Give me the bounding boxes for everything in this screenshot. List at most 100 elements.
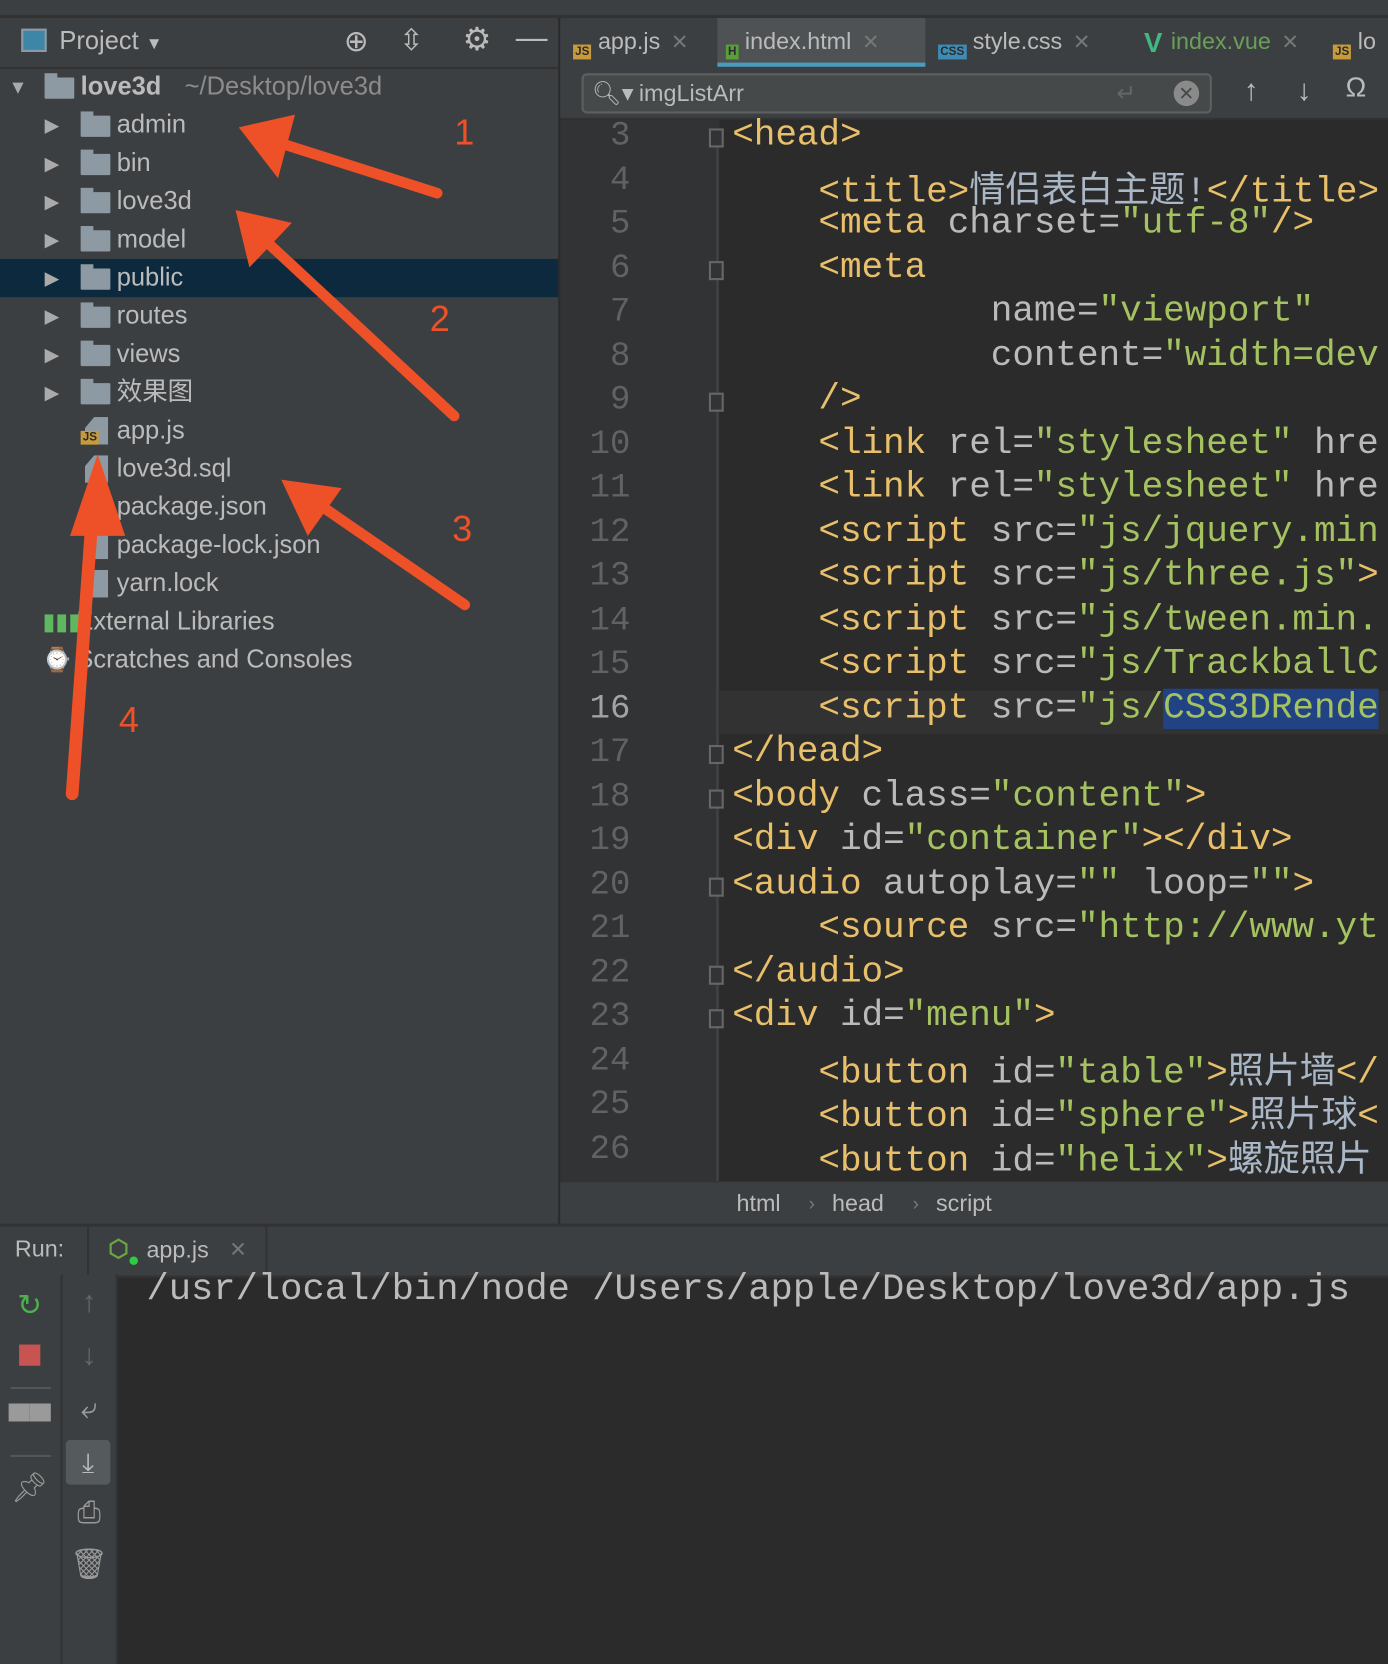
layout-icon[interactable]: ▀▀ — [3, 1404, 56, 1438]
fold-marker-icon[interactable] — [708, 965, 724, 985]
code-line: <script src="js/TrackballC — [732, 644, 1378, 684]
tree-item-label: routes — [116, 301, 188, 331]
tab-label: index.vue — [1170, 27, 1271, 55]
tree-item-8[interactable]: JS app.js — [0, 412, 558, 450]
project-view-dropdown[interactable]: Project ▼ — [59, 27, 162, 57]
line-number-gutter: 3 4 5 6 7 8 9 10 11 12 13 14 15 16 17 18 19 20 21 22 23 24 25 2… — [560, 116, 720, 1182]
code-token: src= — [990, 600, 1077, 641]
tab-index-html[interactable]: Hindex.html ✕ — [717, 18, 926, 67]
tree-item-10[interactable]: package.json — [0, 488, 558, 526]
fold-marker-icon[interactable] — [708, 1009, 724, 1029]
code-token: "viewport" — [1098, 291, 1315, 333]
code-token: "js/TrackballC — [1076, 644, 1379, 685]
code-line: content="width=dev — [732, 336, 1379, 376]
soft-wrap-icon[interactable]: ⤶ — [63, 1391, 116, 1426]
close-icon[interactable]: ✕ — [229, 1236, 247, 1263]
breadcrumb-item[interactable]: head — [832, 1182, 884, 1224]
breadcrumb-item[interactable]: html — [736, 1182, 780, 1224]
code-token: "content" — [990, 776, 1185, 817]
tree-item-6[interactable]: ▶ views — [0, 335, 558, 373]
tab-index-vue[interactable]: Vindex.vue ✕ — [1133, 18, 1320, 67]
breadcrumb-item[interactable]: script — [936, 1182, 992, 1224]
tab-lo[interactable]: JS lo — [1324, 18, 1388, 67]
tree-root-love3d[interactable]: ▼ love3d ~/Desktop/love3d — [0, 68, 558, 106]
rerun-icon[interactable]: ↻ — [3, 1287, 56, 1322]
fold-marker-icon[interactable] — [708, 789, 724, 809]
code-line: <script src="js/CSS3DRende — [732, 688, 1379, 729]
project-panel-header: Project ▼ ⊕ ⇳ ⚙ — — [0, 18, 559, 69]
console-output[interactable]: /usr/local/bin/node /Users/apple/Desktop… — [146, 1268, 1350, 1310]
close-icon[interactable]: ✕ — [1281, 31, 1299, 54]
close-icon[interactable]: ✕ — [862, 31, 880, 54]
line-number: 26 — [589, 1128, 631, 1168]
code-token: rel= — [947, 423, 1034, 465]
previous-occurrence-icon[interactable]: ↑ — [1244, 73, 1259, 107]
tree-item-4[interactable]: ▶ public — [0, 258, 559, 298]
tree-item-3[interactable]: ▶ model — [0, 221, 558, 259]
close-icon[interactable]: ✕ — [671, 31, 689, 54]
code-token: "js/three.js" — [1076, 556, 1358, 597]
locate-icon[interactable]: ⊕ — [344, 23, 369, 58]
tree-item-1[interactable]: ▶ bin — [0, 144, 558, 182]
expand-triangle-icon[interactable]: ▶ — [45, 259, 60, 297]
code-area[interactable]: 3 4 5 6 7 8 9 10 11 12 13 14 15 16 17 18 19 20 21 22 23 24 25 2… — [560, 116, 1388, 1182]
code-token: "js/tween.min. — [1076, 600, 1379, 641]
arrow-up-icon[interactable]: ↑ — [63, 1285, 116, 1319]
expand-triangle-icon[interactable]: ▶ — [45, 297, 60, 335]
tab-style-css[interactable]: CSS style.css ✕ — [930, 18, 1130, 67]
expand-triangle-icon[interactable]: ▶ — [45, 183, 60, 221]
collapse-all-icon[interactable]: ⇳ — [399, 22, 424, 57]
fold-marker-icon[interactable] — [708, 260, 724, 280]
hide-panel-icon[interactable]: — — [516, 20, 548, 56]
tree-item-libraries[interactable]: ▮▮▮ External Libraries — [0, 603, 558, 641]
next-occurrence-icon[interactable]: ↓ — [1297, 73, 1312, 107]
code-token: <div — [732, 996, 840, 1037]
code-token: "container" — [904, 820, 1142, 861]
trash-icon[interactable]: 🗑︎ — [63, 1546, 116, 1581]
tree-item-label: public — [116, 263, 184, 292]
scroll-to-end-button[interactable]: ⤓ — [65, 1440, 111, 1485]
tree-item-scratches[interactable]: ⌚ Scratches and Consoles — [0, 641, 558, 679]
expand-triangle-icon[interactable]: ▶ — [45, 335, 60, 373]
tree-item-label: package-lock.json — [116, 530, 321, 560]
tree-item-0[interactable]: ▶ admin — [0, 106, 558, 144]
expand-triangle-icon[interactable]: ▶ — [45, 144, 60, 182]
tree-item-5[interactable]: ▶ routes — [0, 297, 558, 335]
clear-icon[interactable]: ✕ — [1173, 80, 1200, 107]
tree-item-9[interactable]: love3d.sql — [0, 450, 558, 488]
line-number: 21 — [589, 908, 631, 948]
select-all-occurrences-icon[interactable]: Ω — [1346, 71, 1367, 104]
fold-marker-icon[interactable] — [708, 392, 724, 412]
folder-icon — [80, 111, 111, 137]
tree-item-11[interactable]: package-lock.json — [0, 526, 558, 564]
close-icon[interactable]: ✕ — [1073, 31, 1091, 54]
code-token: "js/ — [1076, 688, 1164, 729]
code-token: <button — [732, 1141, 991, 1182]
expand-triangle-icon[interactable]: ▶ — [45, 106, 60, 144]
separator — [10, 1386, 51, 1390]
tree-item-2[interactable]: ▶ love3d — [0, 183, 558, 221]
expand-triangle-icon[interactable]: ▶ — [45, 221, 60, 259]
arrow-down-icon[interactable]: ↓ — [63, 1338, 116, 1372]
code-token: hre — [1292, 467, 1379, 509]
print-icon[interactable]: ⎙ — [63, 1495, 116, 1530]
gear-icon[interactable]: ⚙ — [463, 21, 492, 58]
fold-marker-icon[interactable] — [708, 744, 724, 765]
search-input[interactable]: 🔍︎▾ imgListArr ↵ ✕ — [581, 73, 1212, 114]
line-number: 24 — [589, 1040, 631, 1080]
code-token: "helix" — [1055, 1141, 1207, 1182]
code-token: autoplay= — [883, 864, 1077, 905]
tree-item-12[interactable]: yarn.lock — [0, 565, 558, 603]
stop-icon[interactable] — [19, 1344, 41, 1366]
expand-triangle-icon[interactable]: ▶ — [45, 374, 60, 412]
annotation-label-3: 3 — [452, 509, 473, 550]
expand-triangle-icon[interactable]: ▼ — [8, 68, 27, 106]
fold-marker-icon[interactable] — [708, 877, 724, 897]
code-token: <script — [732, 600, 991, 641]
run-panel: Run: ⬡ app.js ✕ ↻ ▀▀ 📌︎ ↑ ↓ ⤶ ⤓ ⎙ 🗑︎ /us… — [0, 1223, 1388, 1664]
code-token: id= — [990, 1141, 1056, 1182]
fold-marker-icon[interactable] — [708, 128, 724, 148]
pin-icon[interactable]: 📌︎ — [3, 1470, 56, 1505]
tab-app-js[interactable]: JS app.js ✕ — [565, 18, 714, 67]
tree-item-7[interactable]: ▶ 效果图 — [0, 374, 558, 412]
